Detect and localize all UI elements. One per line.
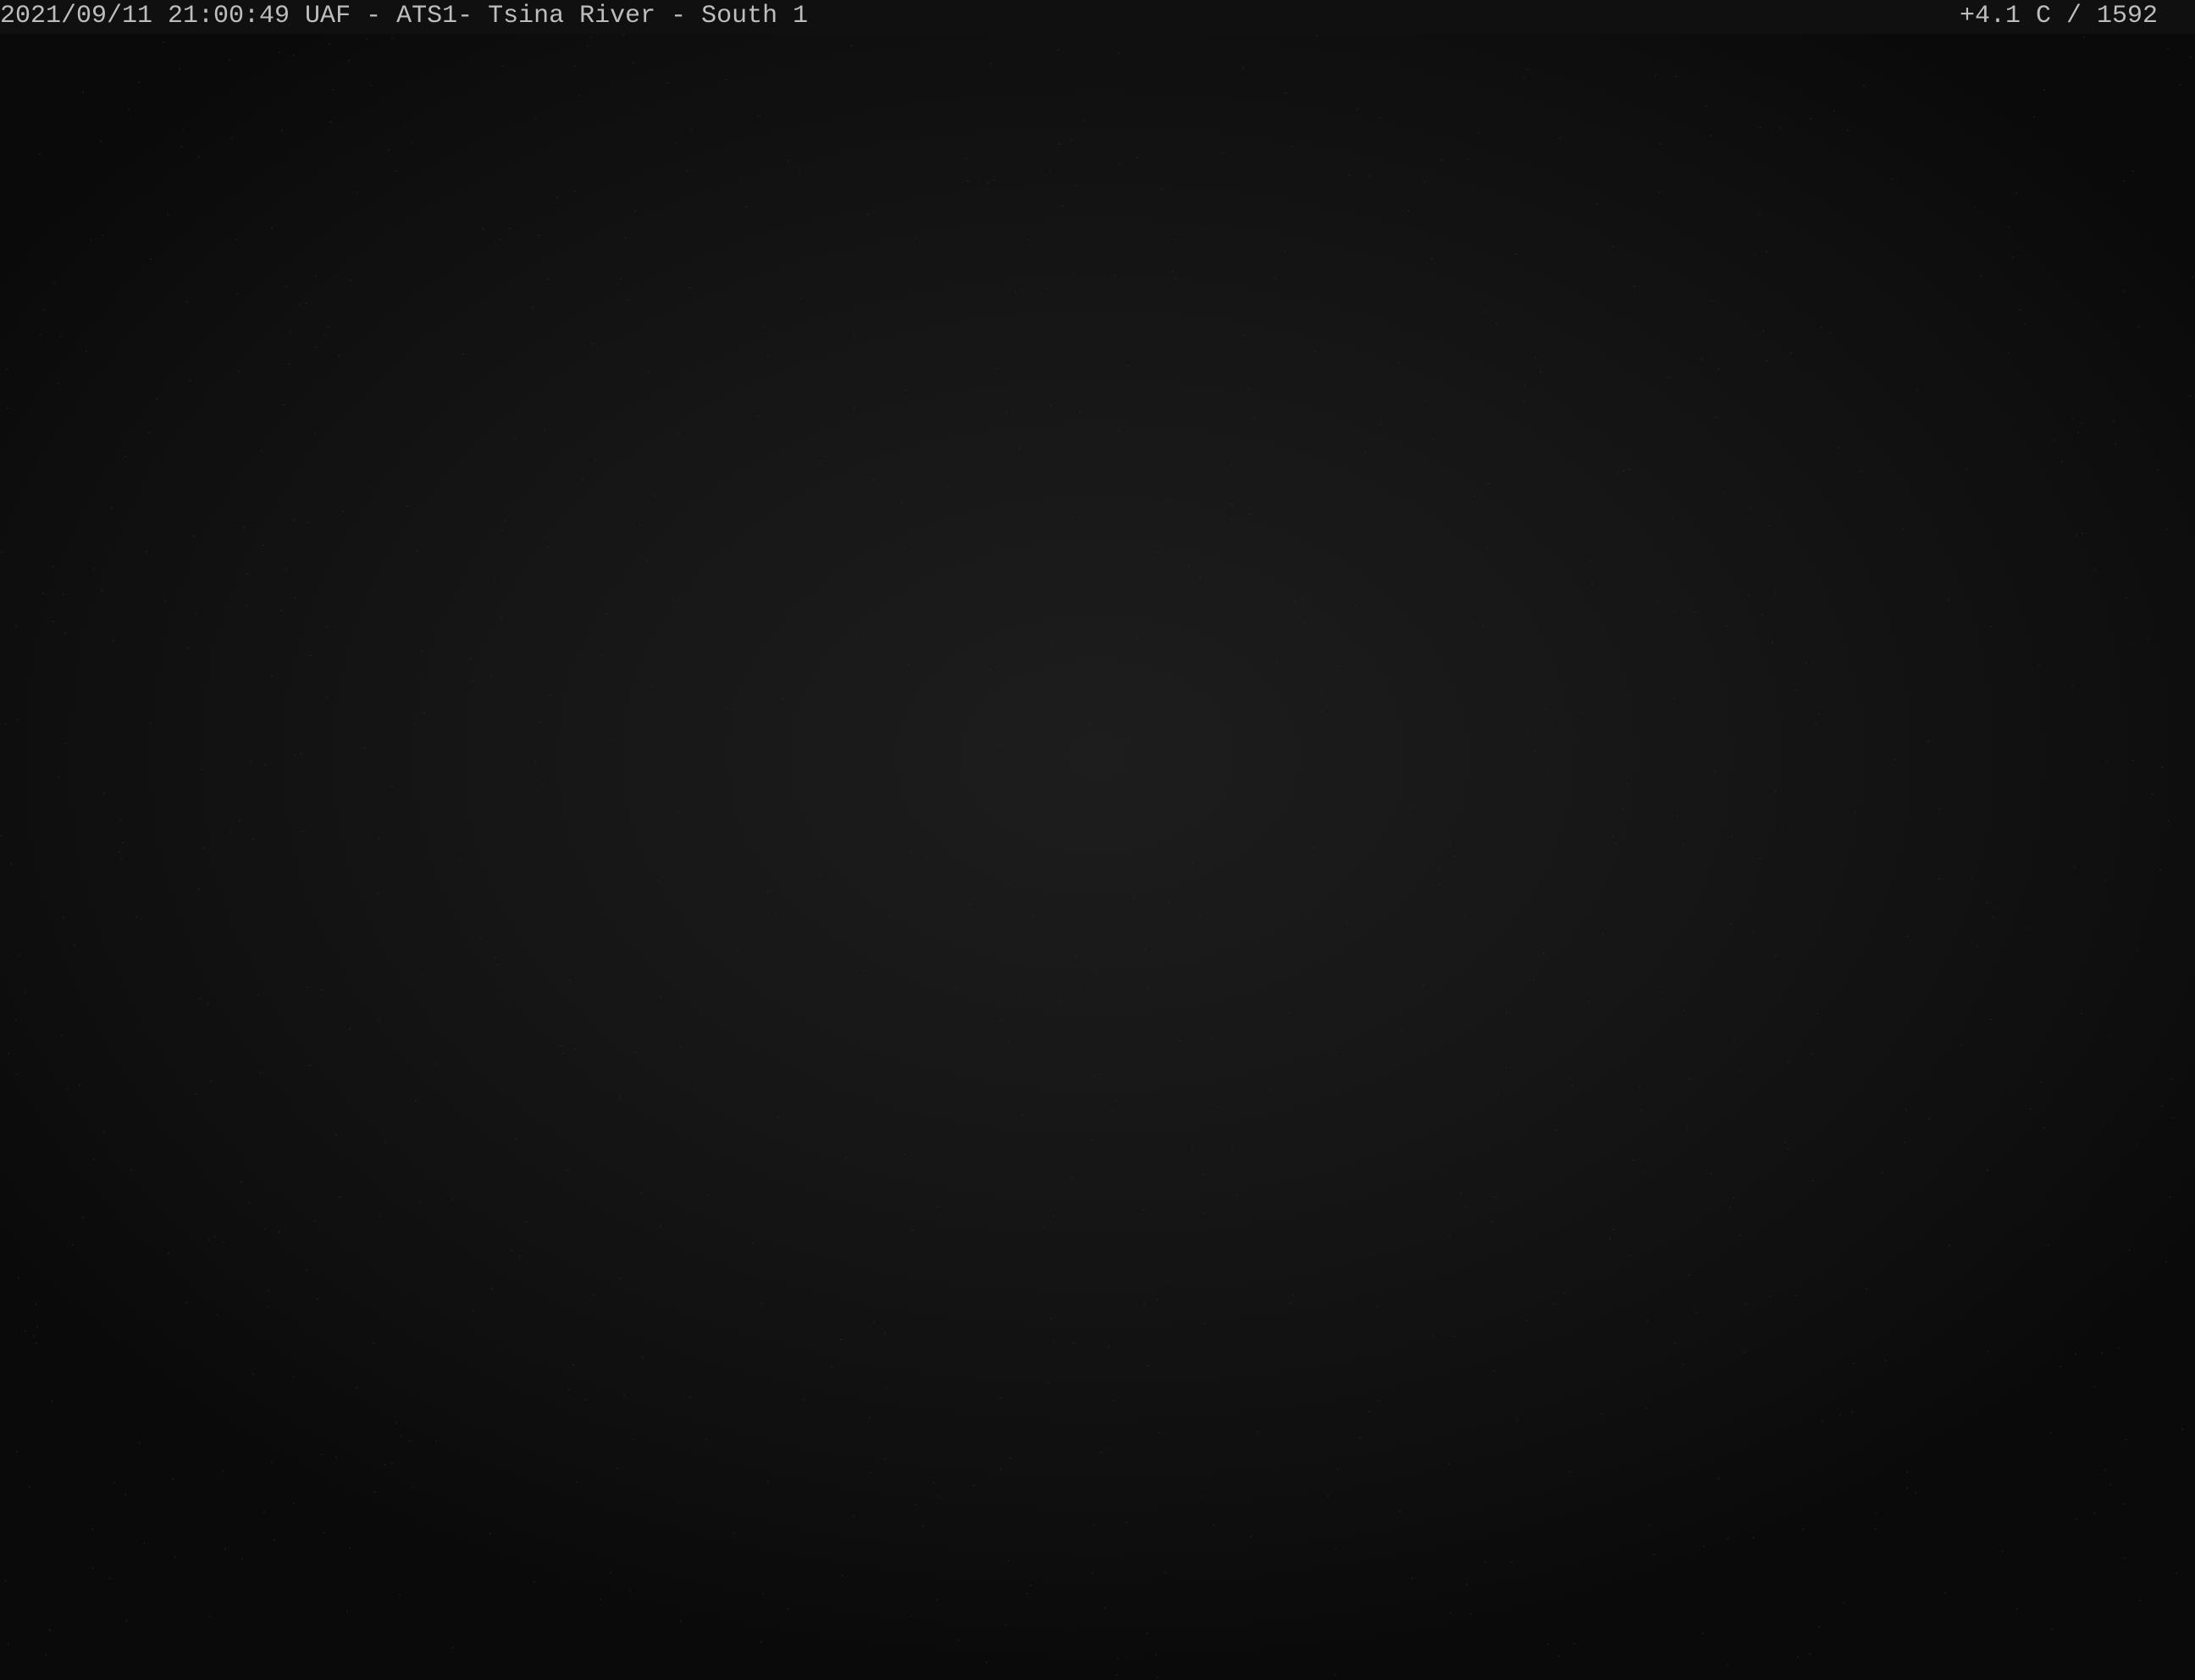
sensor-noise (0, 34, 2193, 1678)
timestamp-station-label: 2021/09/11 21:00:49 UAF - ATS1- Tsina Ri… (0, 2, 809, 30)
caption-bar: 2021/09/11 21:00:49 UAF - ATS1- Tsina Ri… (0, 0, 2195, 34)
temperature-label: +4.1 C / 1592 (1959, 2, 2158, 30)
webcam-frame: 2021/09/11 21:00:49 UAF - ATS1- Tsina Ri… (0, 0, 2195, 1680)
